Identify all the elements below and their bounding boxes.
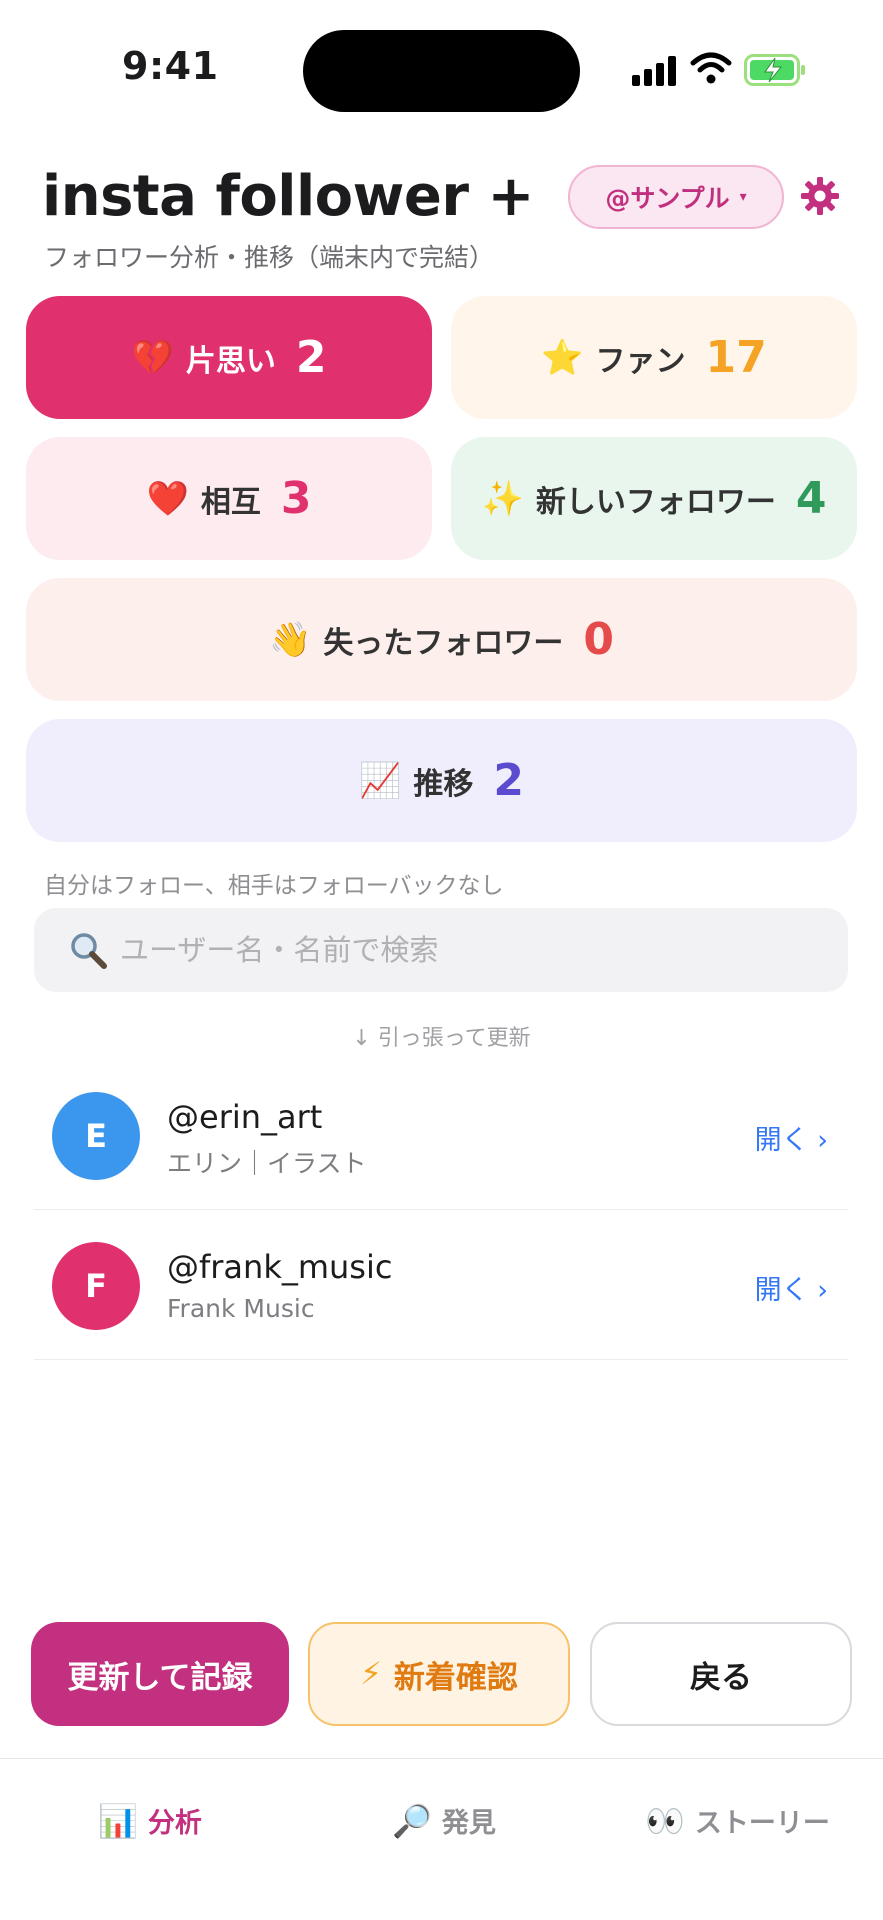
- star-icon: ⭐: [541, 337, 584, 378]
- check-new-label: 新着確認: [393, 1659, 518, 1696]
- card-lost-followers[interactable]: 👋 失ったフォロワー 0: [26, 578, 857, 701]
- card-mutual[interactable]: ❤️ 相互 3: [26, 437, 432, 560]
- display-name: エリン｜イラスト: [167, 1149, 367, 1178]
- card-unrequited[interactable]: 💔 片思い 2: [26, 296, 432, 419]
- avatar: E: [52, 1092, 140, 1180]
- tab-bar: 📊 分析 🔎 発見 👀 ストーリー: [0, 1758, 883, 1920]
- card-fans[interactable]: ⭐ ファン 17: [451, 296, 857, 419]
- tab-analysis[interactable]: 📊 分析: [98, 1801, 202, 1840]
- gear-icon[interactable]: [800, 176, 840, 216]
- card-count: 2: [493, 755, 524, 806]
- broken-heart-icon: 💔: [131, 337, 174, 378]
- eyes-icon: 👀: [645, 1801, 685, 1840]
- dynamic-island: [303, 30, 580, 112]
- card-trend[interactable]: 📈 推移 2: [26, 719, 857, 842]
- card-label: 相互: [200, 484, 261, 520]
- card-label: ファン: [595, 343, 686, 379]
- status-time: 9:41: [122, 44, 219, 88]
- card-label: 片思い: [185, 343, 276, 379]
- sparkles-icon: ✨: [481, 478, 524, 519]
- card-label: 新しいフォロワー: [535, 484, 776, 520]
- card-count: 2: [295, 332, 327, 383]
- tab-label: 分析: [147, 1808, 202, 1839]
- section-description: 自分はフォロー、相手はフォローバックなし: [44, 873, 504, 899]
- wifi-icon: [690, 52, 732, 84]
- status-bar: 9:41: [0, 0, 883, 140]
- card-count: 4: [795, 473, 827, 524]
- username: @erin_art: [167, 1098, 323, 1136]
- pull-to-refresh-hint: ↓ 引っ張って更新: [352, 1026, 531, 1051]
- tab-stories[interactable]: 👀 ストーリー: [645, 1801, 830, 1840]
- list-item[interactable]: E @erin_art エリン｜イラスト 開く ›: [34, 1060, 848, 1210]
- cellular-signal-icon: [632, 56, 676, 86]
- username: @frank_music: [167, 1248, 393, 1286]
- card-count: 3: [280, 473, 312, 524]
- card-new-followers[interactable]: ✨ 新しいフォロワー 4: [451, 437, 857, 560]
- account-switcher-button[interactable]: @サンプル ▾: [568, 165, 784, 229]
- battery-charging-icon: [744, 54, 805, 86]
- open-profile-link[interactable]: 開く ›: [755, 1118, 828, 1157]
- display-name: Frank Music: [167, 1294, 315, 1323]
- card-count: 17: [705, 332, 767, 383]
- app-subtitle: フォロワー分析・推移（端末内で完結）: [44, 243, 495, 272]
- open-profile-link[interactable]: 開く ›: [755, 1268, 828, 1307]
- caret-down-icon: ▾: [739, 189, 747, 205]
- list-item[interactable]: F @frank_music Frank Music 開く ›: [34, 1210, 848, 1360]
- account-label: @サンプル: [605, 184, 730, 213]
- chart-increasing-icon: 📈: [359, 760, 402, 801]
- search-bar: [34, 908, 848, 992]
- card-count: 0: [583, 614, 614, 665]
- card-label: 失ったフォロワー: [323, 625, 564, 661]
- app-screen: 9:41 insta follower + フォロワー分析・推移（端末内で完結）…: [0, 0, 883, 1920]
- heart-icon: ❤️: [146, 478, 189, 519]
- app-title: insta follower +: [42, 164, 534, 229]
- check-new-button[interactable]: ⚡ 新着確認: [308, 1622, 570, 1726]
- card-label: 推移: [413, 766, 474, 802]
- avatar: F: [52, 1242, 140, 1330]
- back-button[interactable]: 戻る: [590, 1622, 852, 1726]
- lightning-icon: ⚡: [360, 1656, 382, 1692]
- waving-hand-icon: 👋: [269, 619, 312, 660]
- search-input[interactable]: [120, 933, 800, 967]
- tab-label: ストーリー: [694, 1808, 830, 1839]
- magnifier-icon: [71, 933, 107, 969]
- tab-label: 発見: [441, 1808, 496, 1839]
- bar-chart-icon: 📊: [98, 1801, 138, 1840]
- tab-discover[interactable]: 🔎 発見: [392, 1801, 496, 1840]
- refresh-record-button[interactable]: 更新して記録: [31, 1622, 289, 1726]
- magnifier-icon: 🔎: [392, 1801, 432, 1840]
